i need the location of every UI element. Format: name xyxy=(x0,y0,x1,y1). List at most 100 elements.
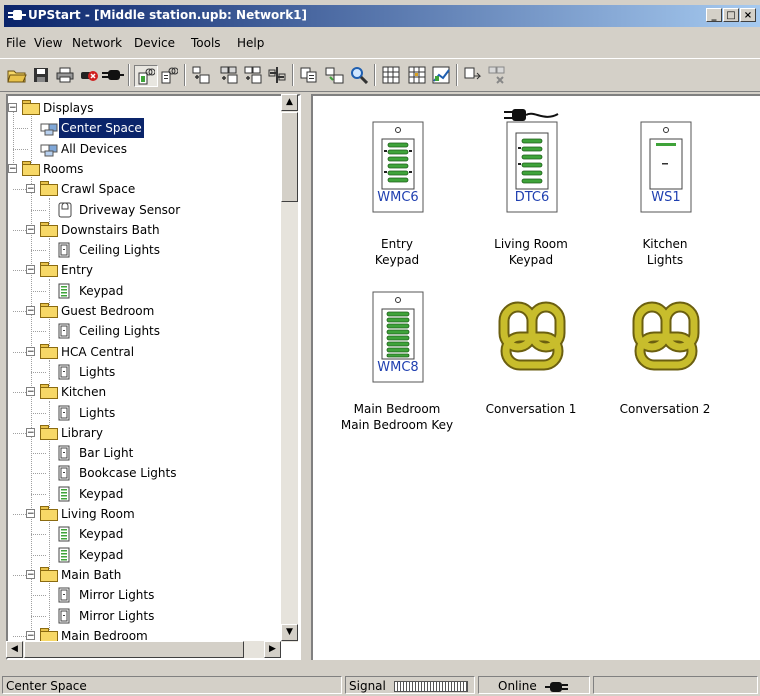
matrix-icon[interactable] xyxy=(406,65,428,85)
device-label-line1: Main Bedroom xyxy=(353,402,441,416)
export-icon[interactable] xyxy=(462,65,484,85)
collapse-toggle-icon[interactable]: − xyxy=(26,427,35,437)
signal-meter xyxy=(393,681,468,692)
tree-horizontal-scrollbar[interactable]: ◀ ▶ xyxy=(6,641,281,658)
device-properties-icon[interactable] xyxy=(134,65,158,87)
collapse-toggle-icon[interactable]: − xyxy=(26,569,35,579)
tree-item-label: Ceiling Lights xyxy=(79,243,160,258)
toolbar xyxy=(0,58,760,92)
copy-device-icon[interactable] xyxy=(298,65,320,85)
folder-icon xyxy=(40,424,58,441)
collapse-toggle-icon[interactable]: − xyxy=(8,103,17,113)
tree-item-label: Lights xyxy=(79,405,116,420)
signal-label: Signal xyxy=(349,679,386,693)
collapse-toggle-icon[interactable]: − xyxy=(26,346,35,356)
delete-link-icon[interactable] xyxy=(486,65,508,85)
collapse-toggle-icon[interactable]: − xyxy=(26,306,35,316)
folder-icon xyxy=(40,181,58,197)
menu-help[interactable]: Help xyxy=(237,36,264,50)
collapse-toggle-icon[interactable]: − xyxy=(26,630,35,640)
tree-connector-line xyxy=(13,128,28,130)
print-icon[interactable] xyxy=(54,65,76,85)
link-conversation-2[interactable]: Conversation 2 xyxy=(600,281,730,441)
open-folder-icon[interactable] xyxy=(6,65,28,85)
folder-icon xyxy=(40,384,58,400)
online-plug-icon xyxy=(544,681,568,692)
status-blank xyxy=(593,676,758,694)
device-model: DTC6 xyxy=(514,190,550,205)
menu-network[interactable]: Network xyxy=(72,36,122,50)
toolbar-separator xyxy=(456,64,458,86)
tree-item-label: Living Room xyxy=(61,507,135,521)
grid-view-icon[interactable] xyxy=(380,65,402,85)
scroll-left-button[interactable]: ◀ xyxy=(6,641,23,658)
device-main-bedroom-keypad[interactable]: WMC8 Main Bedroom Main Bedroom Key xyxy=(332,281,462,441)
collapse-toggle-icon[interactable]: − xyxy=(26,265,35,275)
save-icon[interactable] xyxy=(30,65,52,85)
disconnect-icon[interactable] xyxy=(78,65,100,85)
display-icon xyxy=(40,120,58,136)
status-bar: Center Space Signal Online xyxy=(0,674,760,696)
keypad-icon xyxy=(58,526,76,542)
tree-item-label: Rooms xyxy=(43,161,84,176)
hscroll-thumb[interactable] xyxy=(24,641,244,658)
status-selection: Center Space xyxy=(2,676,342,694)
add-scene-icon[interactable] xyxy=(242,65,264,85)
chain-link-icon xyxy=(632,301,700,371)
chart-icon[interactable] xyxy=(430,65,452,85)
title-bar: UPStart - [Middle station.upb: Network1]… xyxy=(0,0,760,30)
scroll-thumb[interactable] xyxy=(281,112,298,202)
transfer-icon[interactable] xyxy=(324,65,346,85)
close-button[interactable]: × xyxy=(740,8,756,22)
tree-item-label: Entry xyxy=(61,263,93,278)
tree-item-label: Mirror Lights xyxy=(79,608,155,623)
tree-connector-line xyxy=(31,554,46,556)
tree-connector-line xyxy=(31,209,46,211)
device-kitchen-lights[interactable]: WS1 Kitchen Lights xyxy=(600,106,730,267)
tree-item-label: Keypad xyxy=(79,283,124,298)
menu-device[interactable]: Device xyxy=(134,36,175,50)
switch-icon xyxy=(58,445,76,461)
folder-icon xyxy=(40,262,58,278)
scroll-up-button[interactable]: ▲ xyxy=(281,94,298,111)
collapse-toggle-icon[interactable]: − xyxy=(26,509,35,519)
search-magnifier-icon[interactable] xyxy=(348,65,370,85)
folder-icon xyxy=(40,566,58,583)
device-entry-keypad[interactable]: WMC6 Entry Keypad xyxy=(332,106,462,267)
tree-connector-line xyxy=(31,412,46,414)
display-icon xyxy=(40,141,58,157)
link-properties-icon[interactable] xyxy=(158,65,180,85)
add-device-icon[interactable] xyxy=(190,65,212,85)
connector-icon[interactable] xyxy=(266,65,288,85)
maximize-button[interactable]: □ xyxy=(723,8,739,22)
device-model: WMC6 xyxy=(377,190,419,205)
tree-connector-line xyxy=(31,177,32,657)
tree-item-label: Lights xyxy=(79,364,116,379)
sensor-icon xyxy=(58,202,76,218)
device-label-line1: Entry xyxy=(381,237,413,251)
tree-item-label: Driveway Sensor xyxy=(79,202,181,217)
scroll-right-button[interactable]: ▶ xyxy=(264,641,281,658)
collapse-toggle-icon[interactable]: − xyxy=(26,184,35,194)
device-living-room-keypad[interactable]: DTC6 Living Room Keypad xyxy=(466,106,596,267)
device-label-line1: Kitchen xyxy=(642,237,688,251)
collapse-toggle-icon[interactable]: − xyxy=(26,387,35,397)
switch-icon xyxy=(58,587,76,603)
menu-file[interactable]: File xyxy=(6,36,26,50)
switch-icon xyxy=(58,364,76,380)
device-tree[interactable]: − Displays Center Space All Devices − Rooms − C… xyxy=(6,94,301,660)
device-canvas[interactable]: WMC6 Entry Keypad DTC6 Living Room Keypa… xyxy=(311,94,760,660)
connect-plug-icon[interactable] xyxy=(102,65,124,85)
scroll-down-button[interactable]: ▼ xyxy=(281,624,298,641)
device-model: WMC8 xyxy=(377,360,419,375)
minimize-button[interactable]: _ xyxy=(706,8,722,22)
add-link-icon[interactable] xyxy=(218,65,240,85)
menu-tools[interactable]: Tools xyxy=(191,36,221,50)
link-conversation-1[interactable]: Conversation 1 xyxy=(466,281,596,441)
device-label-line2: Keypad xyxy=(508,253,554,267)
device-label-line1: Living Room xyxy=(494,237,568,251)
collapse-toggle-icon[interactable]: − xyxy=(26,224,35,234)
collapse-toggle-icon[interactable]: − xyxy=(8,163,17,173)
menu-view[interactable]: View xyxy=(34,36,62,50)
tree-vertical-scrollbar[interactable]: ▲ ▼ xyxy=(281,94,298,642)
